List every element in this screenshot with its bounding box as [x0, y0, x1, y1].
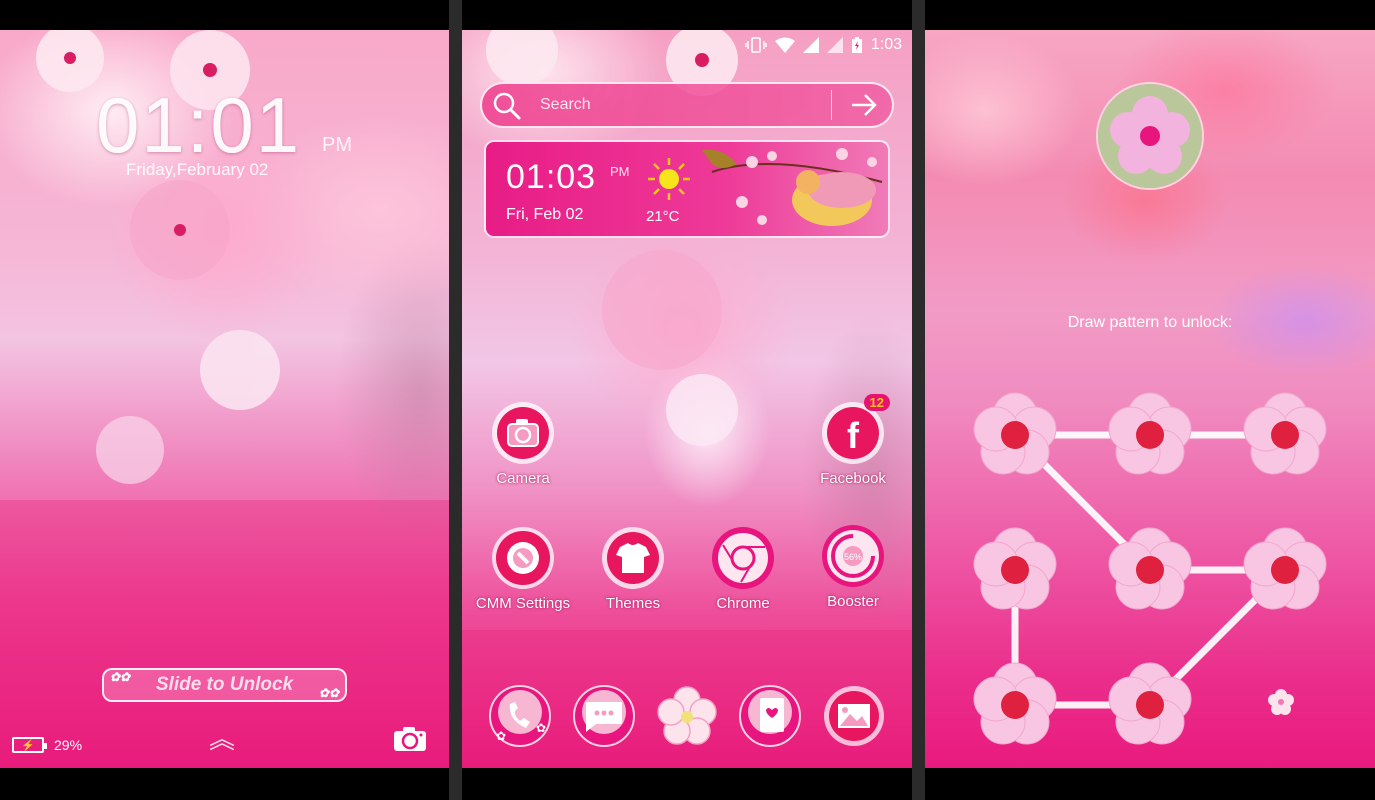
app-chrome[interactable]: Chrome [688, 525, 798, 612]
flower-decor-icon: ✿✿ [318, 686, 339, 700]
svg-text:✿: ✿ [536, 721, 546, 735]
chevron-up-icon[interactable]: ︽ [209, 726, 235, 752]
bird-blossom-art [702, 148, 883, 226]
sun-icon [648, 158, 690, 200]
panel-divider [449, 0, 462, 800]
booster-gauge-icon: 56% [820, 523, 886, 589]
widget-ampm: PM [610, 164, 630, 179]
facebook-icon: f 12 [820, 394, 890, 466]
search-icon[interactable] [492, 91, 522, 121]
svg-text:f: f [847, 415, 860, 456]
app-label: Camera [496, 470, 550, 487]
search-bar[interactable]: Search [480, 82, 894, 128]
pattern-hint: Draw pattern to unlock: [1067, 314, 1233, 331]
clock-weather-widget[interactable]: 01:03 PM Fri, Feb 02 21°C [484, 140, 890, 238]
pattern-node-4[interactable] [973, 527, 1057, 610]
search-input[interactable]: Search [540, 96, 591, 114]
blossom-icon [1268, 689, 1294, 715]
pattern-node-1[interactable] [973, 392, 1057, 475]
widget-time: 01:03 [506, 158, 597, 196]
app-camera[interactable]: Camera [468, 400, 578, 487]
pattern-node-3[interactable] [1243, 392, 1327, 475]
camera-icon [490, 400, 556, 466]
app-label: Themes [605, 595, 661, 612]
app-themes[interactable]: Themes [578, 525, 688, 612]
lock-date: Friday,February 02 [126, 160, 269, 179]
lock-clock: 01:01 [96, 81, 302, 169]
wifi-icon [774, 37, 795, 53]
phone-icon[interactable]: ✿✿ [488, 684, 552, 748]
app-booster[interactable]: 56% Booster [798, 523, 908, 610]
home-screen-panel: 1:03 Search 01:03 PM Fri, Feb 02 21°C Ca… [462, 30, 912, 768]
slide-label: Slide to Unlock [155, 674, 294, 695]
blossom-avatar [1096, 82, 1204, 190]
pattern-lock-panel: Draw pattern to unlock: [925, 30, 1375, 768]
app-label: Chrome [716, 595, 770, 612]
camera-icon[interactable] [393, 726, 427, 752]
battery-charging-icon [851, 37, 862, 53]
flower-decor-icon: ✿✿ [110, 670, 131, 684]
status-bar: 1:03 [745, 36, 902, 54]
contacts-book-icon[interactable] [738, 684, 802, 748]
notification-badge: 12 [863, 394, 890, 411]
gallery-icon[interactable] [822, 684, 886, 748]
vibrate-icon [745, 37, 767, 53]
chrome-icon [710, 525, 776, 591]
battery-percent: 29% [54, 737, 83, 753]
lock-ampm: PM [322, 134, 352, 156]
blossom-icon[interactable] [655, 684, 719, 748]
booster-value: 56% [844, 552, 862, 562]
chat-icon[interactable] [572, 684, 636, 748]
app-facebook[interactable]: f 12 Facebook [798, 394, 908, 487]
app-label: Booster [827, 593, 879, 610]
widget-date: Fri, Feb 02 [506, 206, 584, 223]
pattern-node-2[interactable] [1108, 392, 1192, 475]
search-divider [831, 90, 832, 120]
pattern-node-6[interactable] [1243, 527, 1327, 610]
app-label: Facebook [820, 470, 886, 487]
app-cmm-settings[interactable]: CMM Settings [468, 525, 578, 612]
app-label: CMM Settings [475, 595, 571, 612]
settings-gear-icon [490, 525, 556, 591]
slide-to-unlock[interactable]: ✿✿ Slide to Unlock ✿✿ [102, 668, 347, 702]
battery-charging-icon: ⚡ [12, 737, 47, 753]
lock-screen-panel: 01:01 PM Friday,February 02 ✿✿ Slide to … [0, 30, 449, 768]
tshirt-icon [600, 525, 666, 591]
panel-divider [912, 0, 925, 800]
arrow-right-icon[interactable] [850, 92, 878, 118]
signal-icon [802, 37, 819, 53]
widget-temperature: 21°C [646, 208, 680, 225]
svg-text:✿: ✿ [496, 729, 506, 743]
pattern-node-7[interactable] [973, 662, 1057, 745]
signal-icon [826, 37, 843, 53]
status-time: 1:03 [870, 36, 902, 53]
